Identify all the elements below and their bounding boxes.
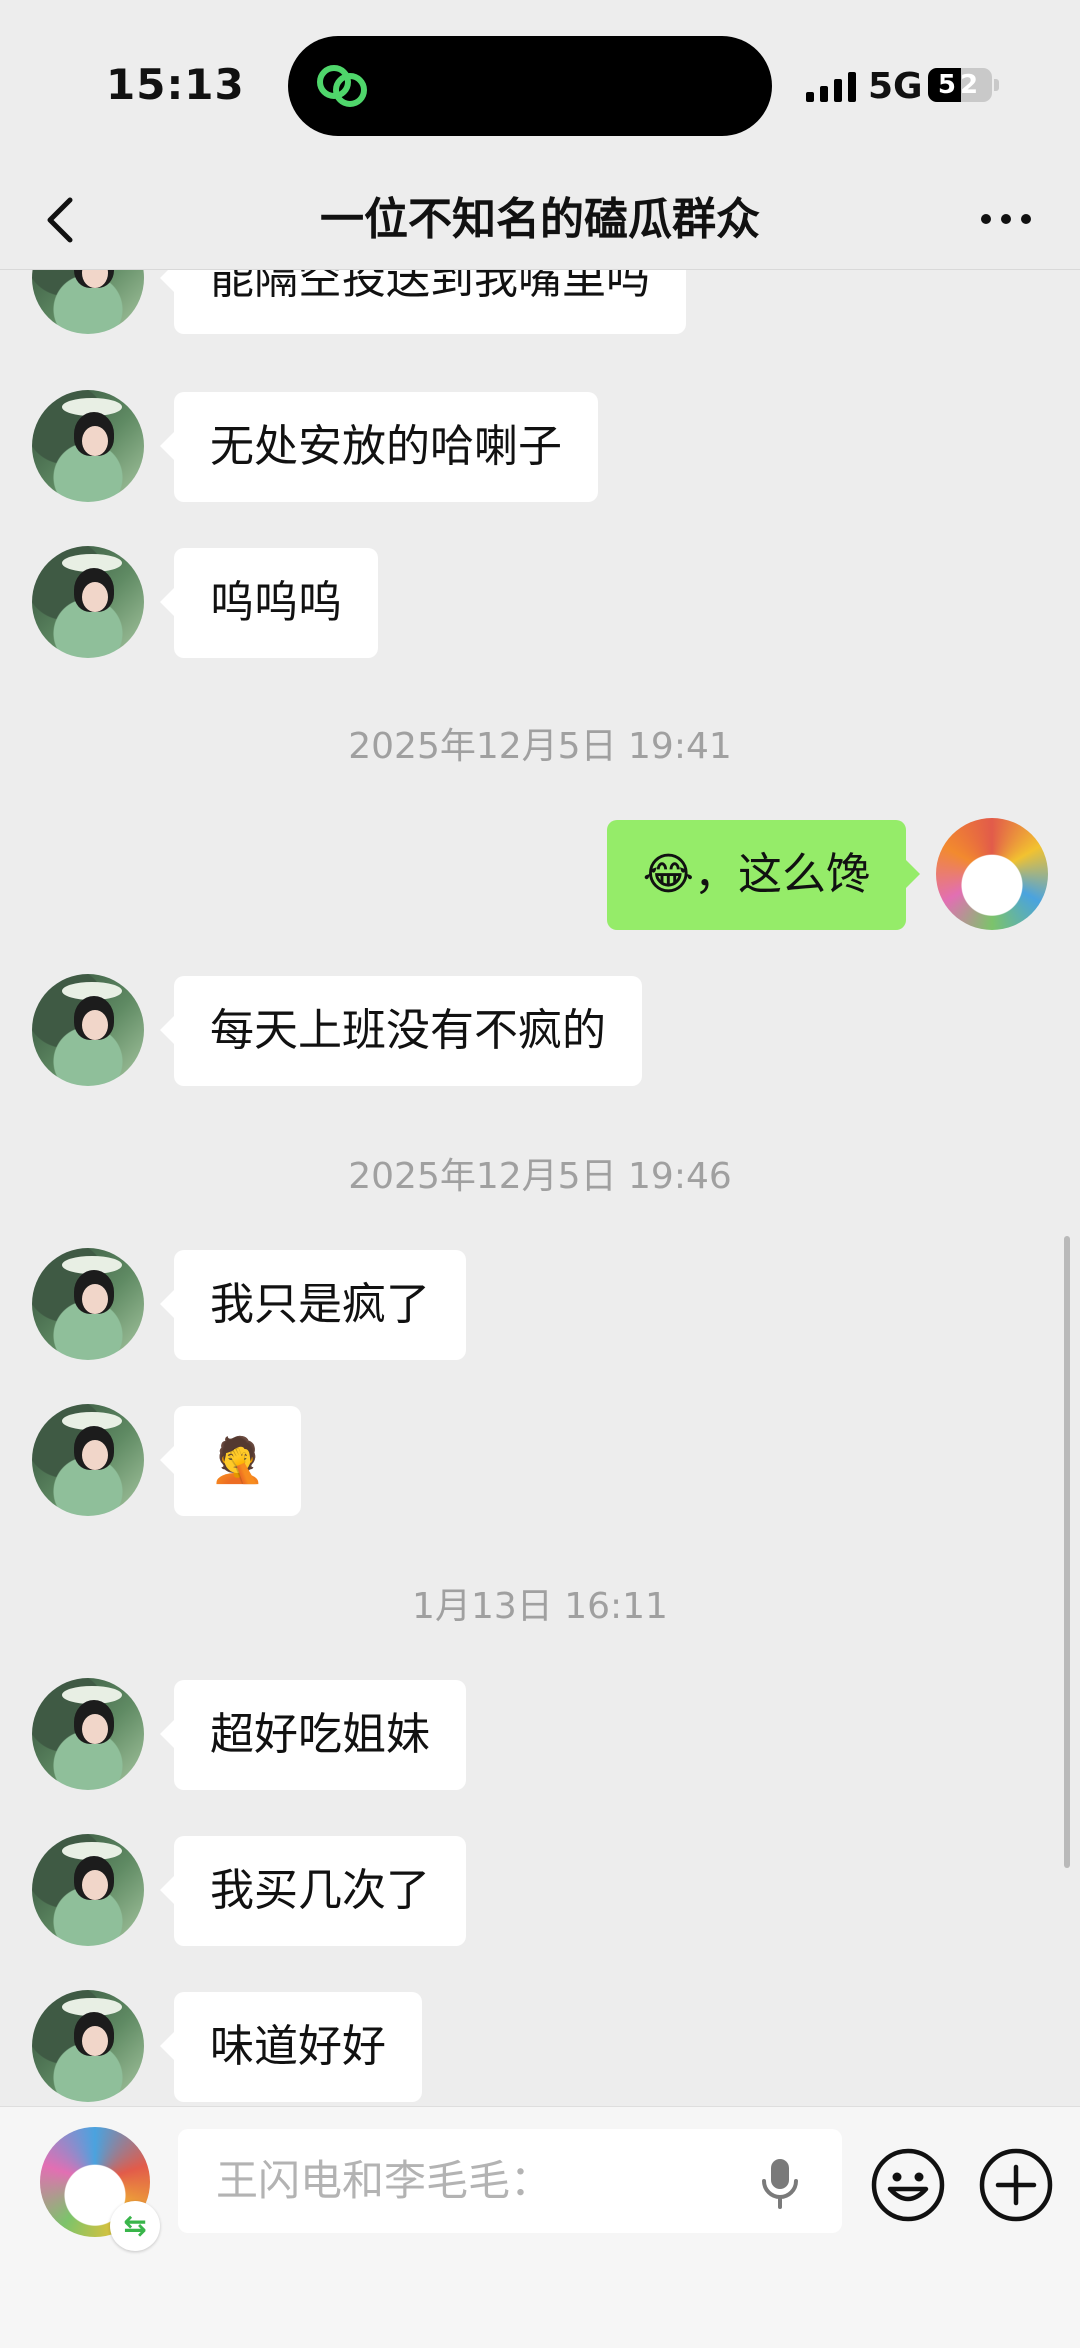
avatar[interactable] (32, 1248, 144, 1360)
message-bubble[interactable]: 无处安放的哈喇子 (160, 392, 598, 502)
smiley-icon[interactable] (870, 2147, 946, 2223)
more-dots-icon[interactable] (976, 204, 1036, 234)
link-app-icon (317, 65, 367, 107)
message-bubble[interactable]: 呜呜呜 (160, 548, 378, 658)
timestamp: 2025年12月5日 19:41 (348, 726, 732, 767)
timestamp: 1月13日 16:11 (412, 1586, 668, 1627)
avatar[interactable] (32, 1404, 144, 1516)
message-bubble[interactable]: 我只是疯了 (160, 1250, 466, 1360)
message-bubble-self[interactable]: 😂，这么馋 (606, 820, 921, 930)
message-list[interactable]: 能隔空投送到我嘴里吗 无处安放的哈喇子 呜呜呜 2025年12月5日 19:41… (0, 270, 1080, 2106)
dynamic-island (288, 36, 772, 136)
switch-arrows-icon[interactable]: ⇆ (110, 2201, 160, 2251)
avatar[interactable] (32, 1834, 144, 1946)
message-text: ，这么馋 (694, 849, 870, 900)
signal-icon (806, 72, 856, 102)
message-input[interactable]: 王闪电和李毛毛： (178, 2129, 842, 2233)
scrollbar[interactable] (1064, 1236, 1070, 1868)
avatar[interactable] (32, 1678, 144, 1790)
battery-icon: 52 (928, 68, 992, 102)
message-bubble[interactable]: 超好吃姐妹 (160, 1680, 466, 1790)
avatar[interactable] (32, 270, 144, 334)
network-type: 5G (868, 66, 923, 107)
chevron-left-icon[interactable] (38, 192, 82, 248)
status-time: 15:13 (106, 60, 245, 109)
message-bubble[interactable]: 味道好好 (160, 1992, 422, 2102)
emoji-laughing-icon: 😂 (642, 849, 694, 900)
message-bubble[interactable]: 每天上班没有不疯的 (160, 976, 642, 1086)
battery-level: 52 (937, 70, 983, 100)
chat-title[interactable]: 一位不知名的磕瓜群众 (200, 186, 880, 254)
microphone-icon[interactable] (758, 2157, 802, 2209)
avatar[interactable] (32, 1990, 144, 2102)
status-bar: 15:13 5G 52 (0, 0, 1080, 170)
avatar[interactable] (32, 546, 144, 658)
avatar-self[interactable] (936, 818, 1048, 930)
message-bubble[interactable]: 我买几次了 (160, 1836, 466, 1946)
emoji-facepalm-icon[interactable]: 🤦 (160, 1406, 301, 1516)
battery-tip (994, 79, 999, 91)
input-bar: ⇆ 王闪电和李毛毛： (0, 2106, 1080, 2348)
input-placeholder: 王闪电和李毛毛： (216, 2156, 553, 2205)
chat-header: 一位不知名的磕瓜群众 (0, 170, 1080, 270)
plus-circle-icon[interactable] (978, 2147, 1054, 2223)
avatar[interactable] (32, 390, 144, 502)
message-bubble[interactable]: 能隔空投送到我嘴里吗 (160, 270, 686, 334)
timestamp: 2025年12月5日 19:46 (348, 1156, 732, 1197)
avatar[interactable] (32, 974, 144, 1086)
